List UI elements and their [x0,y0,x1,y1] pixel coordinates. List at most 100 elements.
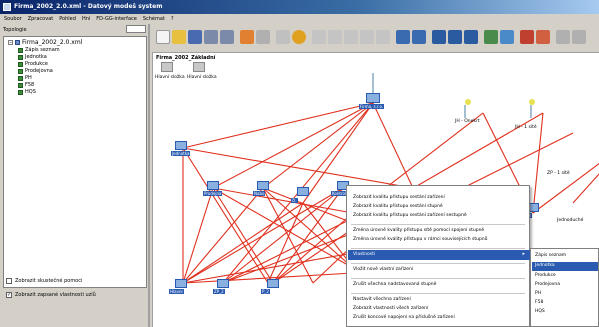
menu-item[interactable]: Zobrazit kvalitu přístupu sestání zaříze… [353,213,467,218]
tree-item[interactable]: Produkce [18,61,48,67]
node-icon [18,89,23,95]
tree-root[interactable]: − Firma_2002_2.0.xml [8,39,82,46]
save-icon[interactable] [188,30,202,44]
node-label: Firma, s.r.o. [359,104,385,109]
option-show-properties[interactable]: ✓ Zobrazit zapsané vlastnosti uzlů [6,292,96,298]
view3-icon[interactable] [464,30,478,44]
menu-item[interactable]: Vložit nové vlastní zařízení [353,267,413,272]
pencil-icon[interactable] [240,30,254,44]
tree-label: Topologie [3,27,27,33]
submenu[interactable]: Zápis seznam Jednotka Produkce Prodejovn… [530,248,599,327]
light-icon[interactable] [465,99,471,105]
node-icon[interactable] [175,141,187,150]
menu-item-properties[interactable]: Vlastnosti [353,252,375,257]
menu-schemat[interactable]: Schémat [143,14,165,24]
print-icon[interactable] [556,30,570,44]
tree-icon[interactable] [500,30,514,44]
help-icon[interactable] [572,30,586,44]
context-menu[interactable]: Zobrazit kvalitu přístupu sestání zaříze… [346,185,530,327]
node-label: P_2 [261,289,270,294]
view-icon[interactable] [432,30,446,44]
submenu-item[interactable]: Prodejovna [535,282,560,287]
node-label: Nabo [253,191,266,196]
node-icon[interactable] [175,279,187,288]
grid-icon[interactable] [312,30,326,44]
menu-separator [351,293,525,294]
checkbox[interactable] [6,278,12,284]
checkbox-checked[interactable]: ✓ [6,292,12,298]
filter-icon[interactable] [396,30,410,44]
tree-combo[interactable] [126,25,146,33]
topology-tree[interactable]: − Firma_2002_2.0.xml Zápis seznam Jednot… [3,36,147,288]
collapse-icon[interactable]: − [8,40,13,45]
node-icon[interactable] [207,181,219,190]
network-icon[interactable] [484,30,498,44]
right-label: JH - 1 sítě [515,125,537,130]
redo-icon[interactable] [220,30,234,44]
menu-hn[interactable]: Hní [82,14,90,24]
light-icon[interactable] [529,99,535,105]
menu-item[interactable]: Zobrazit kvalitu přístupu sestání stupně [353,204,443,209]
menu-help[interactable]: ? [171,14,174,24]
submenu-item[interactable]: Zápis seznam [535,253,566,258]
open-icon[interactable] [172,30,186,44]
tree-item[interactable]: HQS [18,89,36,95]
node-label: čl. [291,198,298,203]
node-icon[interactable] [366,93,380,103]
grid5-icon[interactable] [376,30,390,44]
menu-interface[interactable]: FD-GG-interface [96,14,137,24]
node-icon[interactable] [297,187,309,196]
node-label: Prodejna [203,191,223,196]
grid4-icon[interactable] [360,30,374,44]
submenu-item[interactable]: HQS [535,309,545,314]
tree-item[interactable]: F58 [18,82,34,88]
menu-item[interactable]: Změna úrovně kvality přístupu v rámci so… [353,237,488,242]
menu-zpracovat[interactable]: Zpracovat [28,14,54,24]
menu-item[interactable]: Zrušit všechna nadstavovaná stupně [353,282,436,287]
menu-item[interactable]: Zobrazit vlastnosti všech zařízení [353,306,428,311]
node-label: Jednotka [171,151,191,156]
menu-item[interactable]: Změna úrovně kvality přístupu sítě pomoc… [353,228,484,233]
menu-item[interactable]: Zobrazit kvalitu přístupu sestání zaříze… [353,195,445,200]
node-icon [18,75,23,81]
zoom-in-icon[interactable] [520,30,534,44]
top-label: Hlavní složka [155,75,185,80]
grid3-icon[interactable] [344,30,358,44]
app-icon [3,3,11,11]
folder-icon[interactable] [193,62,205,72]
submenu-item[interactable]: F58 [535,300,543,305]
tree-item[interactable]: Zápis seznam [18,47,60,53]
node-icon [18,82,23,88]
menu-pohled[interactable]: Pohled [59,14,76,24]
tree-root-label: Firma_2002_2.0.xml [22,39,83,46]
right-label: JH - Onekrt [455,119,480,124]
view2-icon[interactable] [448,30,462,44]
tree-item[interactable]: PH [18,75,32,81]
left-panel: Topologie − Firma_2002_2.0.xml Zápis sez… [0,24,150,327]
menu-item[interactable]: Zrušit koncové napojení na příslušné zař… [353,315,455,320]
folder-icon[interactable] [161,62,173,72]
menu-item[interactable]: Nastavit všechna zařízení [353,297,411,302]
right-label: Jednoduché [557,218,584,223]
submenu-item[interactable]: PH [535,291,541,296]
node-icon [18,47,23,53]
undo-icon[interactable] [204,30,218,44]
submenu-item[interactable]: Jednotka [535,263,555,268]
menu-soubor[interactable]: Soubor [4,14,22,24]
settings-icon[interactable] [292,30,306,44]
layout-icon[interactable] [412,30,426,44]
node-icon[interactable] [257,181,269,190]
tree-item[interactable]: Prodejovna [18,68,53,74]
node-icon [18,54,23,60]
grid2-icon[interactable] [328,30,342,44]
copy-icon[interactable] [276,30,290,44]
new-icon[interactable] [156,30,170,44]
toolbar [152,24,599,52]
submenu-item[interactable]: Produkce [535,273,556,278]
cut-icon[interactable] [256,30,270,44]
zoom-out-icon[interactable] [536,30,550,44]
option-show-help[interactable]: Zobrazit skustečné pomoci [6,278,82,284]
node-icon[interactable] [217,279,229,288]
tree-item[interactable]: Jednotka [18,54,47,60]
node-icon[interactable] [267,279,279,288]
